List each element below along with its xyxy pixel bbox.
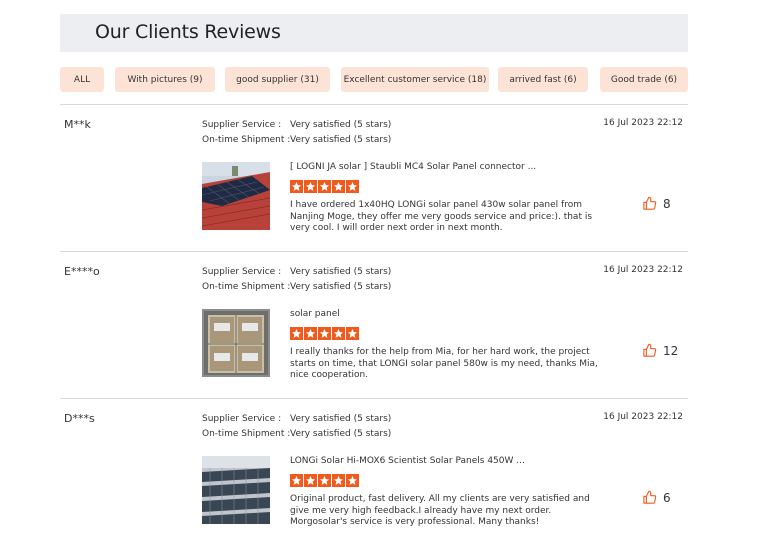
review-filter-bar: ALL With pictures (9) good supplier (31)… bbox=[60, 67, 688, 92]
ontime-shipment-value: Very satisfied (5 stars) bbox=[290, 282, 392, 292]
review-date: 16 Jul 2023 22:12 bbox=[603, 412, 683, 422]
supplier-service-label: Supplier Service : bbox=[202, 267, 282, 277]
divider bbox=[60, 398, 688, 399]
star-icon bbox=[304, 180, 317, 193]
product-name[interactable]: [ LOGNI JA solar ] Staubli MC4 Solar Pan… bbox=[290, 162, 536, 172]
reviewer-name: E****o bbox=[64, 265, 100, 278]
filter-excellent-customer-service[interactable]: Excellent customer service (18) bbox=[341, 67, 489, 92]
star-icon bbox=[290, 327, 303, 340]
star-icon bbox=[290, 180, 303, 193]
thumbs-up-icon bbox=[643, 490, 657, 504]
review-date: 16 Jul 2023 22:12 bbox=[603, 118, 683, 128]
star-icon bbox=[318, 327, 331, 340]
supplier-service-value: Very satisfied (5 stars) bbox=[290, 267, 392, 277]
filter-good-trade[interactable]: Good trade (6) bbox=[600, 67, 688, 92]
star-icon bbox=[332, 474, 345, 487]
review-date: 16 Jul 2023 22:12 bbox=[603, 265, 683, 275]
filter-arrived-fast[interactable]: arrived fast (6) bbox=[498, 67, 588, 92]
ontime-shipment-label: On-time Shipment : bbox=[202, 282, 291, 292]
star-icon bbox=[318, 180, 331, 193]
supplier-service-value: Very satisfied (5 stars) bbox=[290, 120, 392, 130]
reviewer-name: D***s bbox=[64, 412, 95, 425]
rating-stars bbox=[290, 474, 359, 487]
ontime-shipment-value: Very satisfied (5 stars) bbox=[290, 135, 392, 145]
review-photo[interactable] bbox=[202, 456, 270, 524]
like-button[interactable]: 8 bbox=[642, 196, 671, 211]
ontime-shipment-value: Very satisfied (5 stars) bbox=[290, 429, 392, 439]
star-icon bbox=[346, 327, 359, 340]
review-photo[interactable] bbox=[202, 162, 270, 230]
product-name[interactable]: solar panel bbox=[290, 309, 340, 319]
review-comment: I really thanks for the help from Mia, f… bbox=[290, 347, 598, 380]
star-icon bbox=[346, 474, 359, 487]
thumbs-up-icon bbox=[643, 196, 657, 210]
star-icon bbox=[290, 474, 303, 487]
star-icon bbox=[346, 180, 359, 193]
like-count: 12 bbox=[663, 343, 679, 358]
star-icon bbox=[332, 327, 345, 340]
review-photo[interactable] bbox=[202, 309, 270, 377]
review-card: M**k Supplier Service : Very satisfied (… bbox=[60, 118, 688, 258]
review-card: E****o Supplier Service : Very satisfied… bbox=[60, 265, 688, 405]
reviewer-name: M**k bbox=[64, 118, 91, 131]
supplier-service-value: Very satisfied (5 stars) bbox=[290, 414, 392, 424]
like-button[interactable]: 6 bbox=[642, 490, 671, 505]
like-count: 8 bbox=[663, 196, 671, 211]
divider bbox=[60, 104, 688, 105]
review-comment: I have ordered 1x40HQ LONGi solar panel … bbox=[290, 200, 593, 233]
supplier-service-label: Supplier Service : bbox=[202, 120, 282, 130]
ontime-shipment-label: On-time Shipment : bbox=[202, 429, 291, 439]
reviews-header: Our Clients Reviews bbox=[60, 14, 688, 52]
star-icon bbox=[304, 474, 317, 487]
review-comment: Original product, fast delivery. All my … bbox=[290, 494, 590, 527]
star-icon bbox=[332, 180, 345, 193]
rating-stars bbox=[290, 180, 359, 193]
like-button[interactable]: 12 bbox=[642, 343, 678, 358]
rating-stars bbox=[290, 327, 359, 340]
page-title: Our Clients Reviews bbox=[95, 21, 281, 43]
star-icon bbox=[304, 327, 317, 340]
filter-good-supplier[interactable]: good supplier (31) bbox=[225, 67, 330, 92]
like-count: 6 bbox=[663, 490, 671, 505]
ontime-shipment-label: On-time Shipment : bbox=[202, 135, 291, 145]
filter-with-pictures[interactable]: With pictures (9) bbox=[115, 67, 215, 92]
review-card: D***s Supplier Service : Very satisfied … bbox=[60, 412, 688, 551]
filter-all[interactable]: ALL bbox=[60, 67, 104, 92]
star-icon bbox=[318, 474, 331, 487]
product-name[interactable]: LONGi Solar Hi-MOX6 Scientist Solar Pane… bbox=[290, 456, 525, 466]
thumbs-up-icon bbox=[643, 343, 657, 357]
supplier-service-label: Supplier Service : bbox=[202, 414, 282, 424]
divider bbox=[60, 251, 688, 252]
